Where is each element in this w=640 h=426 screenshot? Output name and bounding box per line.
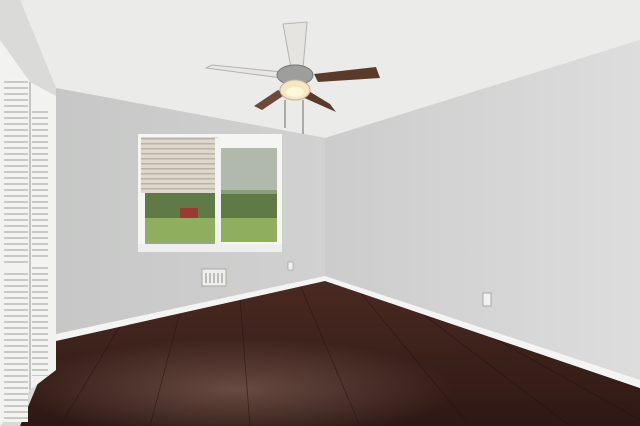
lawn bbox=[145, 218, 277, 242]
power-outlet-back bbox=[287, 261, 294, 271]
air-vent bbox=[201, 268, 227, 287]
room-photo bbox=[0, 0, 640, 426]
trees bbox=[145, 190, 277, 220]
window-blind bbox=[141, 137, 218, 193]
window bbox=[138, 134, 282, 252]
power-outlet-right bbox=[482, 292, 492, 307]
louvered-closet-door bbox=[0, 40, 56, 426]
